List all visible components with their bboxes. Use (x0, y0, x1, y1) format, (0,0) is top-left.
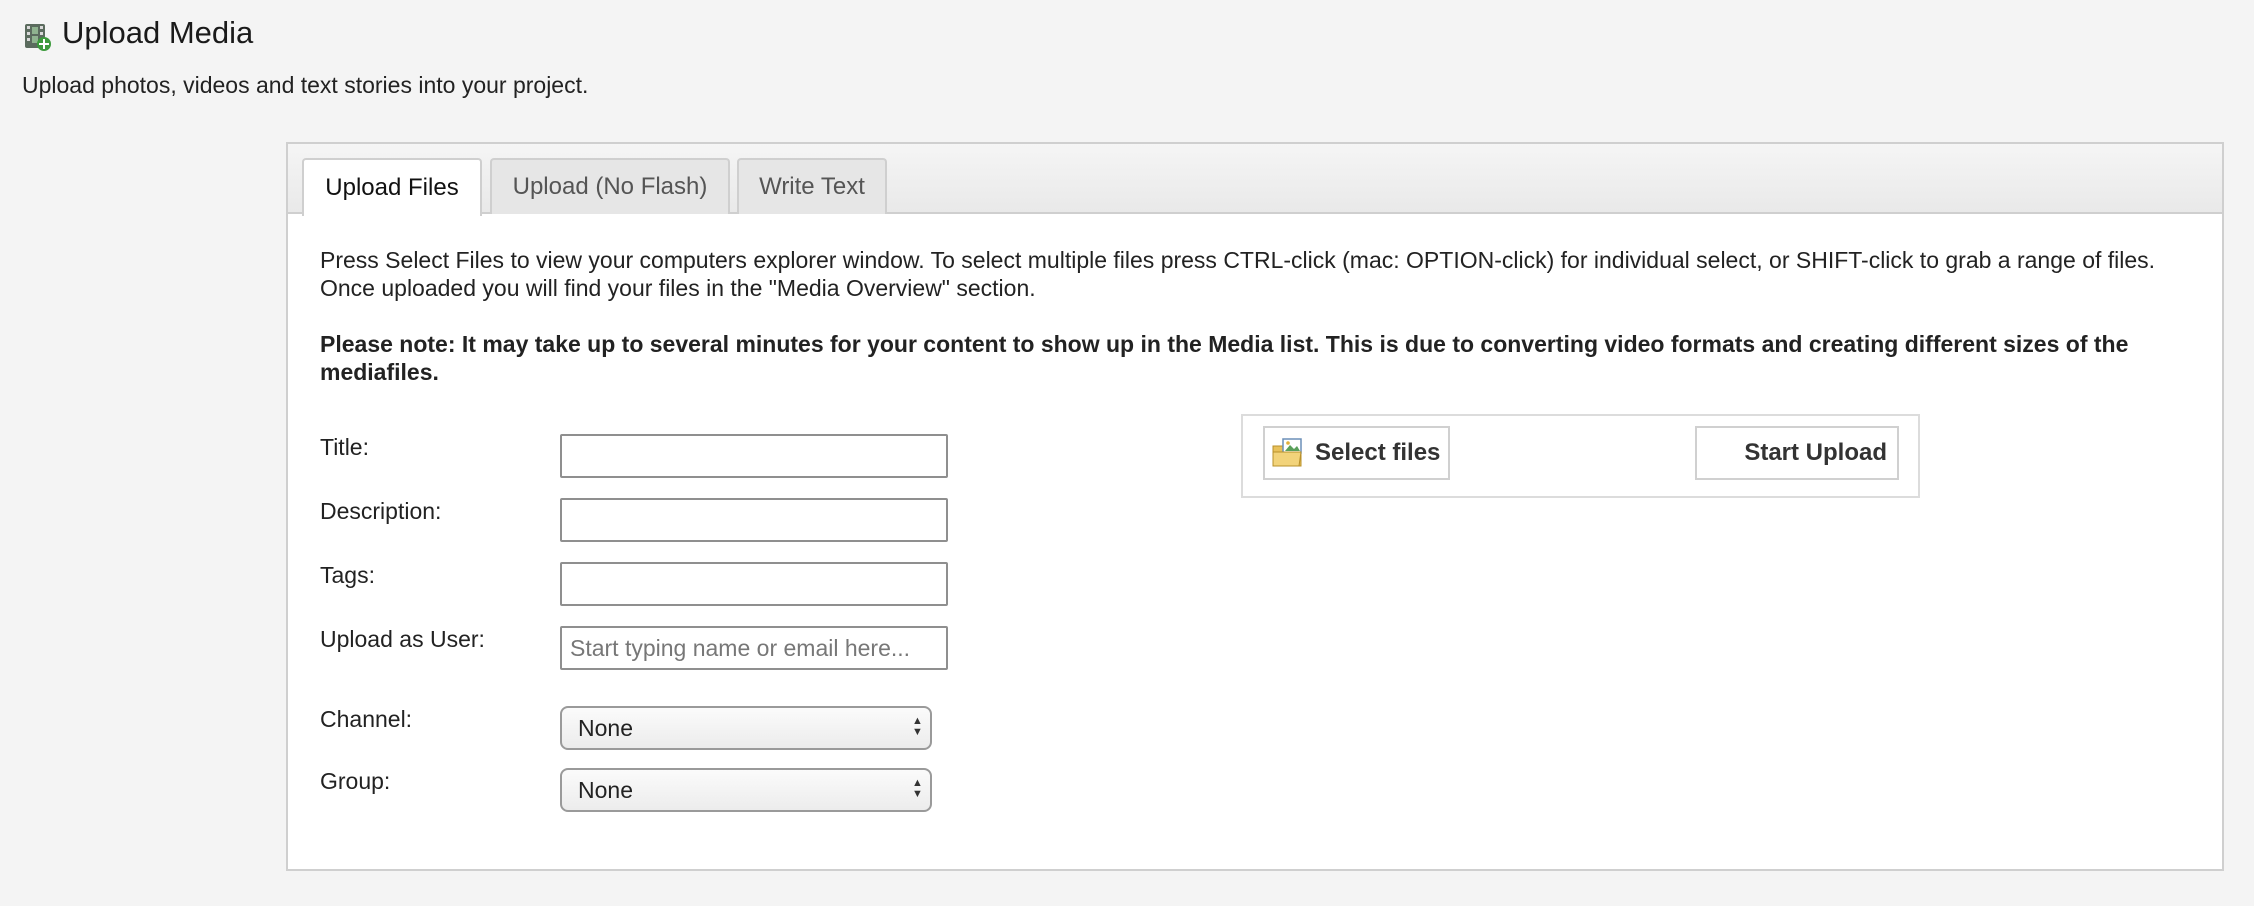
channel-selected-value: None (578, 714, 633, 741)
tab-upload-files[interactable]: Upload Files (302, 158, 482, 216)
channel-label: Channel: (320, 706, 413, 732)
select-arrows-icon: ▲ ▼ (912, 715, 923, 738)
folder-image-icon (1272, 438, 1302, 467)
tab-upload-no-flash[interactable]: Upload (No Flash) (490, 158, 730, 214)
description-input[interactable] (560, 498, 948, 542)
instructions-text: Press Select Files to view your computer… (320, 247, 2156, 301)
group-selected-value: None (578, 776, 633, 803)
start-upload-label: Start Upload (1744, 439, 1887, 466)
select-files-label: Select files (1315, 439, 1441, 466)
select-arrows-icon: ▲ ▼ (912, 777, 923, 800)
group-label: Group: (320, 768, 391, 794)
tags-label: Tags: (320, 562, 375, 588)
file-uploader: Select files Start Upload (1241, 414, 1920, 498)
description-label: Description: (320, 498, 442, 524)
page-subtitle: Upload photos, videos and text stories i… (22, 72, 589, 98)
processing-note: Please note: It may take up to several m… (320, 331, 2129, 385)
channel-select[interactable]: None ▲ ▼ (560, 706, 932, 750)
tab-write-text[interactable]: Write Text (737, 158, 887, 214)
media-film-add-icon (25, 24, 51, 51)
title-input[interactable] (560, 434, 948, 478)
upload-as-user-label: Upload as User: (320, 626, 485, 652)
start-upload-button[interactable]: Start Upload (1695, 426, 1899, 480)
tags-input[interactable] (560, 562, 948, 606)
page-header: Upload Media (22, 14, 253, 52)
title-label: Title: (320, 434, 369, 460)
upload-panel: Upload Files Upload (No Flash) Write Tex… (286, 142, 2224, 871)
tab-bar: Upload Files Upload (No Flash) Write Tex… (288, 144, 2222, 216)
upload-as-user-input[interactable] (560, 626, 948, 670)
select-files-button[interactable]: Select files (1263, 426, 1450, 480)
group-select[interactable]: None ▲ ▼ (560, 768, 932, 812)
page-title: Upload Media (62, 15, 254, 50)
